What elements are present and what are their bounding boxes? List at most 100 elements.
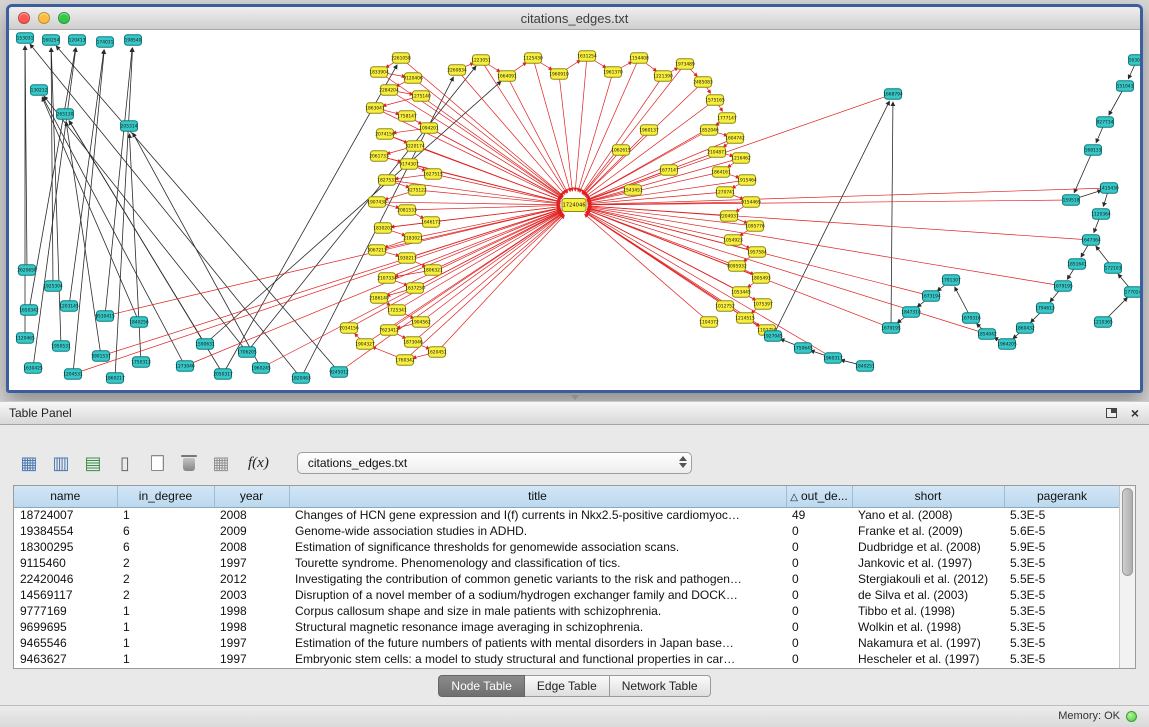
network-canvas[interactable]: 1724046226105818339049120406228420412751… xyxy=(9,30,1140,390)
graph-node[interactable]: 1961370 xyxy=(603,67,623,78)
graph-node[interactable]: 1214515 xyxy=(735,313,755,324)
graph-node[interactable]: 1833904 xyxy=(369,67,389,78)
graph-node[interactable]: 1724046 xyxy=(562,199,586,212)
graph-node[interactable]: 2104871 xyxy=(707,147,727,158)
graph-node[interactable]: 1750313 xyxy=(131,357,151,368)
graph-node[interactable]: 160254 xyxy=(43,35,60,46)
graph-node[interactable]: 1679195 xyxy=(881,323,901,334)
graph-node[interactable]: 1907438 xyxy=(367,197,387,208)
table-row[interactable]: 1938455462009Genome-wide association stu… xyxy=(14,523,1120,539)
graph-node[interactable]: 1758147 xyxy=(397,111,417,122)
graph-node[interactable]: 1415430 xyxy=(1099,183,1119,194)
graph-node[interactable]: 1647364 xyxy=(1081,235,1101,246)
graph-node[interactable]: 1960137 xyxy=(639,125,659,136)
graph-node[interactable]: 1806321 xyxy=(423,265,443,276)
column-header-pagerank[interactable]: pagerank xyxy=(1004,486,1120,507)
table-row[interactable]: 1872400712008Changes of HCN gene express… xyxy=(14,507,1120,523)
column-header-name[interactable]: name xyxy=(14,486,117,507)
graph-node[interactable]: 1904327 xyxy=(355,339,375,350)
table-row[interactable]: 977716911998Corpus callosum shape and si… xyxy=(14,603,1120,619)
import-table-icon[interactable]: ▤ xyxy=(80,450,106,476)
row-selector-icon[interactable]: ▯ xyxy=(112,450,138,476)
graph-node[interactable]: 1820463 xyxy=(291,373,311,384)
tab-edge-table[interactable]: Edge Table xyxy=(525,675,610,697)
graph-node[interactable]: 1627515 xyxy=(423,169,443,180)
graph-node[interactable]: 1650342 xyxy=(19,305,39,316)
graph-node[interactable]: 1053445 xyxy=(731,287,751,298)
graph-node[interactable]: 2284204 xyxy=(379,85,399,96)
graph-node[interactable]: 7623412 xyxy=(379,325,399,336)
graph-node[interactable]: 3220174 xyxy=(405,141,425,152)
tab-network-table[interactable]: Network Table xyxy=(610,675,711,697)
scrollbar-thumb[interactable] xyxy=(1122,488,1133,576)
graph-node[interactable]: 1673194 xyxy=(921,291,941,302)
graph-node[interactable]: 1275140 xyxy=(411,91,431,102)
graph-node[interactable]: 1873046 xyxy=(403,337,423,348)
column-header-in-degree[interactable]: in_degree xyxy=(117,486,214,507)
graph-node[interactable]: 1075397 xyxy=(753,299,773,310)
window-titlebar[interactable]: citations_edges.txt xyxy=(9,7,1140,30)
graph-node[interactable]: 153031 xyxy=(17,33,34,44)
graph-node[interactable]: 1840256 xyxy=(129,317,149,328)
graph-node[interactable]: 3067213 xyxy=(367,245,387,256)
table-scrollbar[interactable] xyxy=(1119,486,1135,668)
float-panel-icon[interactable] xyxy=(1106,408,1117,418)
network-table-icon[interactable]: ▦ xyxy=(208,450,234,476)
graph-node[interactable]: 1575165 xyxy=(705,95,725,106)
graph-node[interactable]: 1794613 xyxy=(1035,303,1055,314)
graph-node[interactable]: 8095932 xyxy=(727,261,747,272)
graph-node[interactable]: 1543451 xyxy=(623,185,643,196)
graph-node[interactable]: 1725341 xyxy=(387,305,407,316)
graph-node[interactable]: 1777147 xyxy=(717,113,737,124)
graph-node[interactable]: 4275122 xyxy=(407,185,427,196)
graph-node[interactable]: 927734 xyxy=(1097,117,1114,128)
show-columns-icon[interactable]: ▥ xyxy=(48,450,74,476)
graph-node[interactable]: 120413 xyxy=(69,35,86,46)
close-panel-icon[interactable]: × xyxy=(1131,406,1139,420)
graph-node[interactable]: 1679316 xyxy=(961,313,981,324)
graph-node[interactable]: 1095776 xyxy=(745,221,765,232)
table-row[interactable]: 911546021997Tourette syndrome. Phenomeno… xyxy=(14,555,1120,571)
graph-node[interactable]: 1630425 xyxy=(23,363,43,374)
graph-node[interactable]: 1094201 xyxy=(419,123,439,134)
delete-column-icon[interactable] xyxy=(176,450,202,476)
table-row[interactable]: 1830029562008Estimation of significance … xyxy=(14,539,1120,555)
graph-node[interactable]: 1960910 xyxy=(549,69,569,80)
graph-node[interactable]: 1679195 xyxy=(1053,281,1073,292)
graph-node[interactable]: 1273046 xyxy=(175,361,195,372)
graph-node[interactable]: 163048 xyxy=(1129,55,1141,66)
graph-node[interactable]: 1852046 xyxy=(699,125,719,136)
graph-node[interactable]: 2260834 xyxy=(447,65,467,76)
graph-node[interactable]: 1221390 xyxy=(653,71,673,82)
graph-node[interactable]: 1664091 xyxy=(497,71,517,82)
graph-node[interactable]: 1973489 xyxy=(675,59,695,70)
column-header-title[interactable]: title xyxy=(289,486,786,507)
graph-node[interactable]: 1915464 xyxy=(737,175,757,186)
graph-node[interactable]: 1204531 xyxy=(63,369,83,380)
graph-node[interactable]: 1604742 xyxy=(725,133,745,144)
graph-node[interactable]: 2074156 xyxy=(375,129,395,140)
graph-node[interactable]: 9245012 xyxy=(329,367,349,378)
graph-node[interactable]: 9174307 xyxy=(399,159,419,170)
graph-node[interactable]: 177024 xyxy=(1125,287,1141,298)
graph-node[interactable]: 1750645 xyxy=(793,343,813,354)
graph-node[interactable]: 2620650 xyxy=(17,265,37,276)
graph-node[interactable]: 2061733 xyxy=(369,151,389,162)
graph-node[interactable]: 1854042 xyxy=(977,329,997,340)
graph-node[interactable]: 1860432 xyxy=(1015,323,1035,334)
graph-node[interactable]: 1830202 xyxy=(373,223,393,234)
graph-node[interactable]: 2081533 xyxy=(397,205,417,216)
table-row[interactable]: 1456911722003Disruption of a novel membe… xyxy=(14,587,1120,603)
graph-node[interactable]: 1620451 xyxy=(427,347,447,358)
graph-node[interactable]: 2183021 xyxy=(403,233,423,244)
table-row[interactable]: 2242004622012Investigating the contribut… xyxy=(14,571,1120,587)
graph-node[interactable]: 2186140 xyxy=(369,293,389,304)
graph-node[interactable]: 1012752 xyxy=(715,301,735,312)
graph-node[interactable]: 1104372 xyxy=(699,317,719,328)
graph-node[interactable]: 1216462 xyxy=(731,153,751,164)
graph-node[interactable]: 1925304 xyxy=(43,281,63,292)
graph-node[interactable]: 265130 xyxy=(57,109,74,120)
graph-node[interactable]: 1840251 xyxy=(855,361,875,372)
graph-node[interactable]: 1668794 xyxy=(883,89,903,100)
table-row[interactable]: 946554611997Estimation of the future num… xyxy=(14,635,1120,651)
